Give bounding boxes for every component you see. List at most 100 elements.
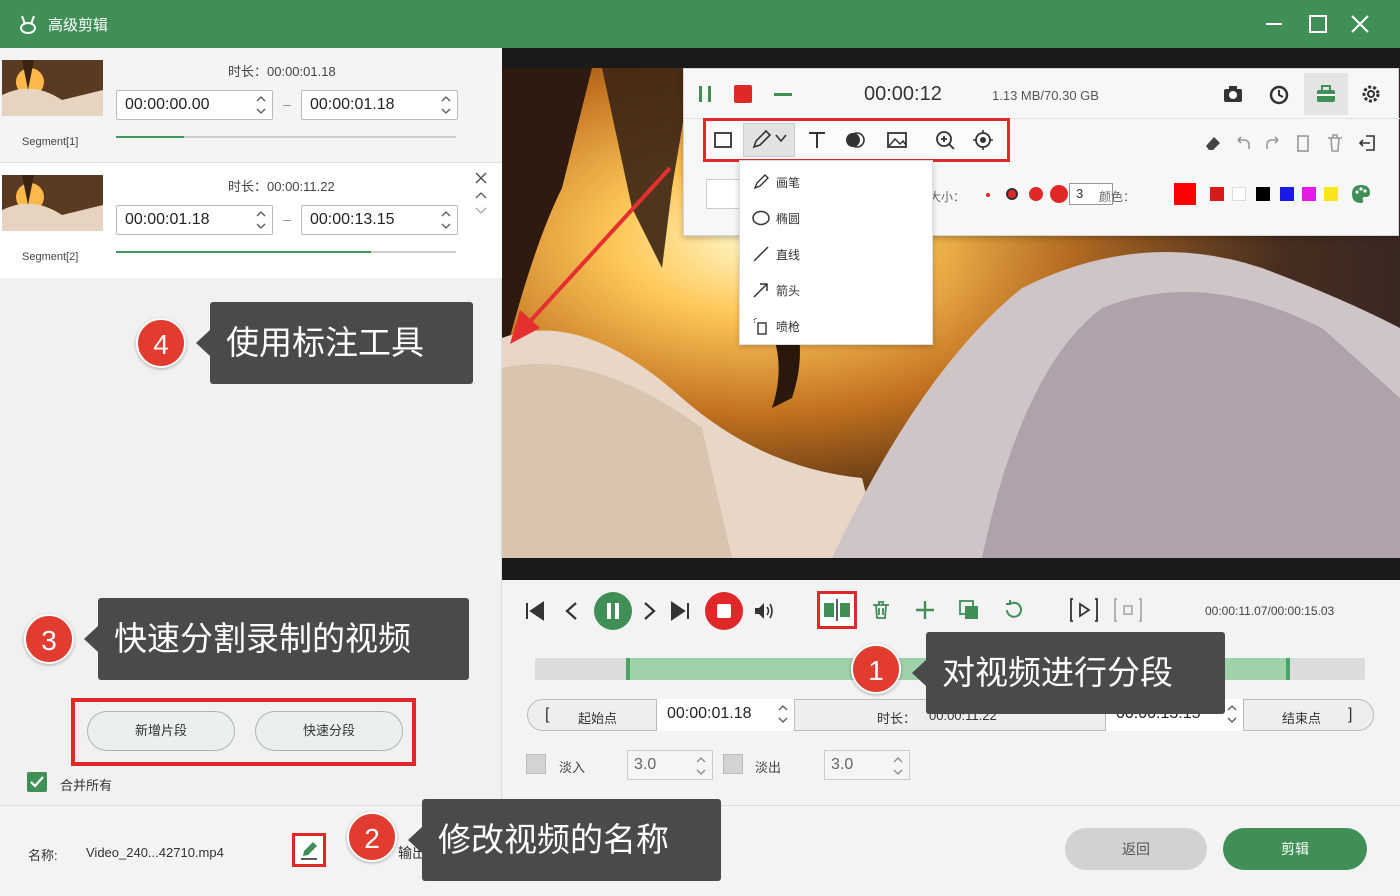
trash-icon[interactable]	[1324, 132, 1346, 154]
spinner-icon[interactable]	[441, 208, 451, 232]
spinner-icon[interactable]	[441, 93, 451, 117]
callout-label: 修改视频的名称	[408, 799, 721, 881]
copy-icon[interactable]	[957, 598, 981, 622]
menu-item-ellipse[interactable]: 椭圆	[740, 199, 934, 235]
maximize-icon[interactable]	[1302, 8, 1334, 40]
start-point-label[interactable]: 起始点	[578, 708, 617, 727]
segment-item[interactable]: Segment[2] 时长：00:00:11.22 00:00:01.18 00…	[0, 163, 502, 278]
segment-item[interactable]: Segment[1] 时长：00:00:01.18 00:00:00.00 00…	[0, 48, 502, 163]
move-down-icon[interactable]	[475, 207, 487, 215]
size-option-tiny[interactable]	[986, 193, 990, 197]
spinner-icon[interactable]	[893, 754, 903, 778]
size-option-large[interactable]	[1050, 185, 1068, 203]
color-current-swatch[interactable]	[1174, 183, 1196, 205]
minimize-icon[interactable]	[1258, 8, 1290, 40]
segment-start-time[interactable]: 00:00:01.18	[116, 205, 273, 235]
previous-frame-icon[interactable]	[560, 599, 584, 623]
text-input-box[interactable]	[706, 179, 742, 209]
add-icon[interactable]	[913, 598, 937, 622]
fade-out-input[interactable]: 3.0	[824, 750, 910, 780]
callout-label: 使用标注工具	[196, 302, 473, 384]
undo-icon[interactable]	[1232, 132, 1254, 154]
split-button[interactable]	[817, 591, 857, 629]
stop-icon[interactable]	[732, 83, 754, 105]
move-up-icon[interactable]	[475, 191, 487, 199]
spinner-icon[interactable]	[696, 754, 706, 778]
blur-icon[interactable]	[844, 129, 866, 151]
zoom-icon[interactable]	[934, 129, 956, 151]
segment-preview-icon[interactable]	[1114, 597, 1142, 623]
name-label: 名称:	[28, 848, 58, 863]
pause-icon[interactable]	[694, 83, 716, 105]
segment-start-value: 00:00:00.00	[125, 96, 210, 113]
recording-size: 1.13 MB/70.30 GB	[992, 88, 1099, 103]
segment-start-time[interactable]: 00:00:00.00	[116, 90, 273, 120]
volume-icon[interactable]	[752, 599, 776, 623]
stop-button[interactable]	[705, 592, 743, 630]
clock-icon[interactable]	[1268, 83, 1290, 105]
menu-item-brush[interactable]: 画笔	[740, 163, 934, 199]
eraser-icon[interactable]	[1202, 132, 1224, 154]
pause-button[interactable]	[594, 592, 632, 630]
quick-split-button[interactable]: 快速分段	[255, 711, 403, 751]
chevron-down-icon	[775, 134, 787, 143]
spinner-icon[interactable]	[256, 93, 266, 117]
merge-all-checkbox[interactable]	[27, 772, 47, 792]
color-swatch[interactable]	[1232, 187, 1246, 201]
spinner-icon[interactable]	[1227, 702, 1237, 726]
segment-end-value: 00:00:01.18	[310, 96, 395, 113]
play-segment-icon[interactable]	[1070, 597, 1098, 623]
color-swatch[interactable]	[1256, 187, 1270, 201]
image-icon[interactable]	[886, 129, 908, 151]
spinner-icon[interactable]	[256, 208, 266, 232]
end-bracket: ]	[1348, 706, 1353, 723]
delete-segment-icon[interactable]	[474, 171, 488, 185]
next-frame-icon[interactable]	[637, 599, 661, 623]
color-swatch[interactable]	[1210, 187, 1224, 201]
menu-item-spray[interactable]: 喷枪	[740, 307, 934, 343]
segment-end-time[interactable]: 00:00:13.15	[301, 205, 458, 235]
rectangle-icon[interactable]	[712, 129, 734, 151]
jump-start-icon[interactable]	[523, 599, 547, 623]
menu-item-arrow[interactable]: 箭头	[740, 271, 934, 307]
segment-start-value: 00:00:01.18	[125, 211, 210, 228]
fade-out-checkbox[interactable]	[723, 754, 743, 774]
close-icon[interactable]	[1344, 8, 1376, 40]
size-option-medium[interactable]	[1029, 187, 1043, 201]
recording-time: 00:00:12	[864, 83, 942, 105]
end-point-label[interactable]: 结束点	[1282, 708, 1321, 727]
spotlight-icon[interactable]	[972, 129, 994, 151]
camera-icon[interactable]	[1222, 83, 1244, 105]
fade-in-checkbox[interactable]	[526, 754, 546, 774]
segment-end-time[interactable]: 00:00:01.18	[301, 90, 458, 120]
pen-tool-button[interactable]	[743, 123, 795, 157]
reset-icon[interactable]	[1002, 598, 1026, 622]
cut-button[interactable]: 剪辑	[1223, 828, 1367, 870]
start-time-input[interactable]: 00:00:01.18	[656, 699, 795, 731]
color-swatch[interactable]	[1302, 187, 1316, 201]
toolbox-button[interactable]	[1304, 73, 1348, 115]
gear-icon[interactable]	[1360, 83, 1382, 105]
fade-in-label: 淡入	[559, 760, 586, 775]
exit-icon[interactable]	[1356, 132, 1378, 154]
color-swatch[interactable]	[1324, 187, 1338, 201]
delete-icon[interactable]	[869, 598, 893, 622]
separator	[283, 105, 291, 106]
palette-icon[interactable]	[1350, 183, 1372, 205]
size-option-small[interactable]	[1006, 188, 1018, 200]
text-icon[interactable]	[806, 129, 828, 151]
minimize-toolbar-icon[interactable]	[772, 83, 794, 105]
clear-icon[interactable]	[1292, 132, 1314, 154]
color-swatch[interactable]	[1280, 187, 1294, 201]
fade-in-input[interactable]: 3.0	[627, 750, 713, 780]
back-button[interactable]: 返回	[1065, 828, 1207, 870]
rename-button[interactable]	[292, 833, 326, 867]
spinner-icon[interactable]	[778, 702, 788, 726]
add-segment-button[interactable]: 新增片段	[87, 711, 235, 751]
segment-progress	[116, 251, 456, 253]
redo-icon[interactable]	[1262, 132, 1284, 154]
menu-item-line[interactable]: 直线	[740, 235, 934, 271]
segment-label: Segment[2]	[22, 251, 79, 263]
jump-end-icon[interactable]	[668, 599, 692, 623]
segment-duration: 时长：00:00:01.18	[228, 64, 336, 79]
